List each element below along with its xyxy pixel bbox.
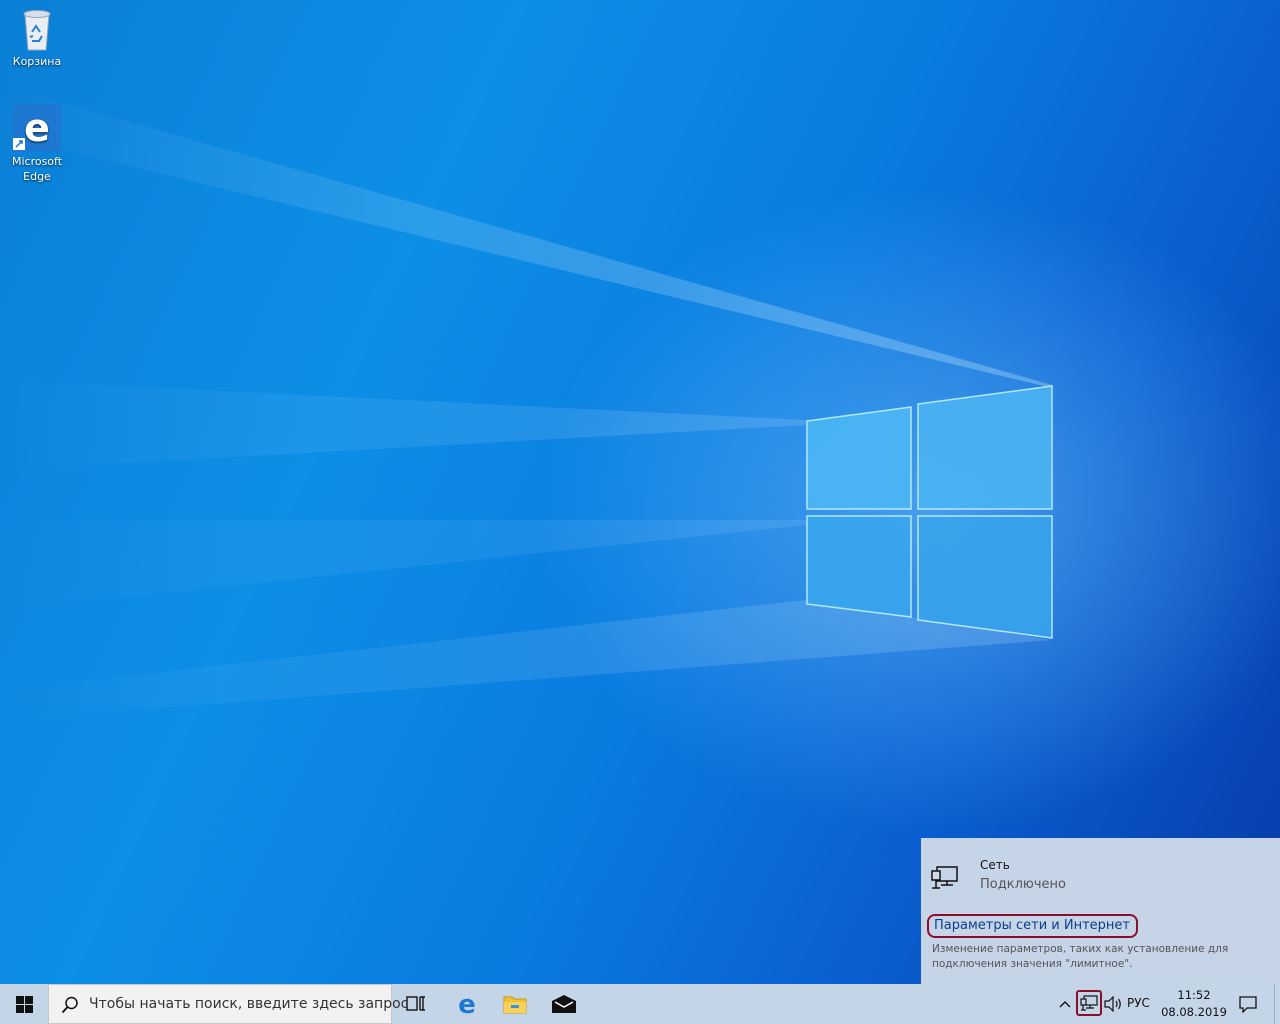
- taskbar-mail-button[interactable]: [540, 984, 588, 1024]
- recycle-bin-icon: [23, 10, 51, 51]
- desktop-icon-label: Microsoft Edge: [11, 155, 63, 183]
- edge-icon: e: [458, 992, 476, 1016]
- taskbar: Чтобы начать поиск, введите здесь запрос…: [0, 984, 1280, 1024]
- desktop-background: Корзина e Microsoft Edge: [0, 0, 1280, 984]
- file-explorer-icon: [503, 996, 527, 1014]
- task-view-icon: [406, 996, 425, 1011]
- network-status: Подключено: [980, 877, 1066, 892]
- tray-network-button[interactable]: [1076, 990, 1102, 1016]
- svg-text:e: e: [458, 992, 476, 1016]
- tray-clock[interactable]: 11:52 08.08.2019: [1161, 987, 1227, 1021]
- network-connection-item[interactable]: Сеть Подключено: [931, 858, 1261, 898]
- clock-date: 08.08.2019: [1161, 1005, 1227, 1019]
- search-icon: [61, 996, 78, 1014]
- taskbar-file-explorer-button[interactable]: [491, 984, 539, 1024]
- windows-start-icon: [15, 995, 33, 1013]
- show-hidden-icons-button[interactable]: [1056, 984, 1074, 1024]
- desktop-icon-recycle-bin[interactable]: Корзина: [1, 6, 73, 69]
- wallpaper-light-beams: [0, 85, 1053, 720]
- input-language-indicator[interactable]: РУС: [1127, 996, 1150, 1010]
- desktop-icon-label: Корзина: [12, 55, 62, 68]
- wired-network-icon: [1080, 995, 1098, 1011]
- svg-text:e: e: [24, 106, 50, 150]
- taskbar-edge-button[interactable]: e: [443, 984, 491, 1024]
- tray-volume-button[interactable]: [1103, 984, 1125, 1024]
- task-view-button[interactable]: [392, 984, 440, 1024]
- network-flyout: Сеть Подключено Параметры сети и Интерне…: [921, 838, 1280, 984]
- network-settings-description: Изменение параметров, таких как установл…: [932, 943, 1229, 970]
- edge-icon: e: [13, 104, 61, 152]
- wired-network-icon: [931, 866, 958, 889]
- search-placeholder: Чтобы начать поиск, введите здесь запрос: [89, 996, 409, 1012]
- notification-icon: [1239, 996, 1257, 1013]
- chevron-up-icon: [1059, 1001, 1071, 1008]
- clock-time: 11:52: [1177, 988, 1211, 1002]
- show-desktop-button[interactable]: [1274, 984, 1280, 1024]
- start-button[interactable]: [0, 984, 48, 1024]
- mail-icon: [552, 995, 576, 1013]
- network-settings-link[interactable]: Параметры сети и Интернет: [927, 914, 1138, 938]
- desktop-icon-edge[interactable]: e Microsoft Edge: [1, 104, 73, 184]
- windows-logo-wallpaper: [806, 385, 1053, 639]
- taskbar-search-box[interactable]: Чтобы начать поиск, введите здесь запрос: [48, 984, 408, 1024]
- network-name: Сеть: [980, 858, 1010, 872]
- action-center-button[interactable]: [1232, 984, 1264, 1024]
- speaker-icon: [1104, 996, 1121, 1012]
